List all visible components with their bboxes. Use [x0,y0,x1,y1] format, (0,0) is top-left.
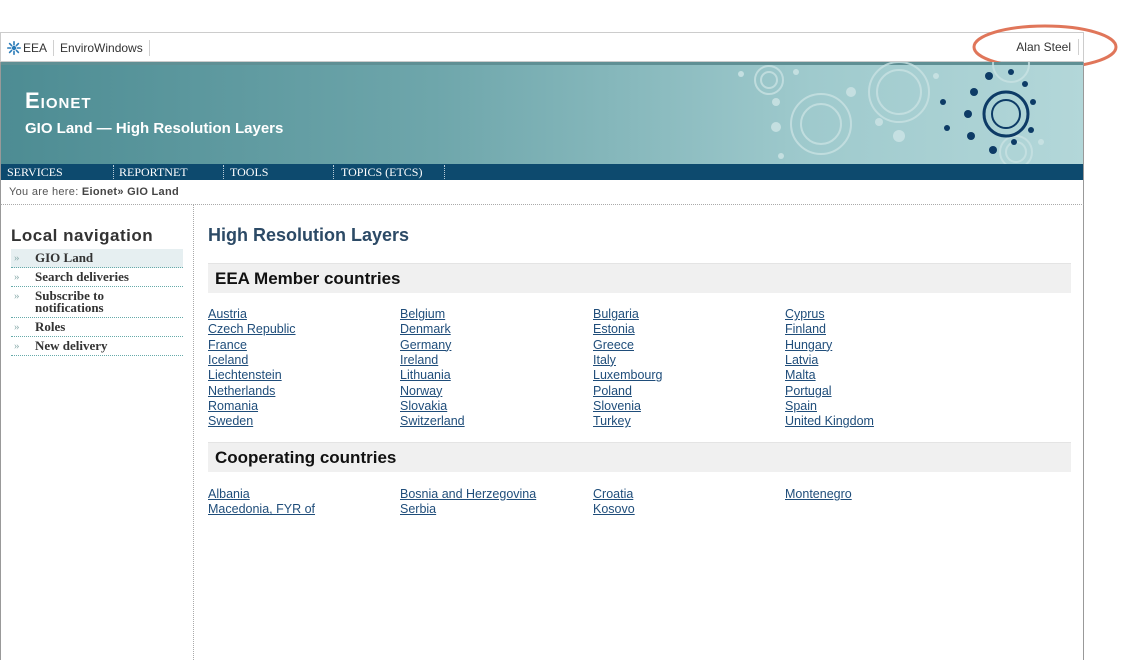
nav-tools[interactable]: TOOLS [230,165,268,180]
eea-link[interactable]: EEA [23,41,47,55]
header-decoration [738,62,1044,164]
country-link[interactable]: Kosovo [593,502,635,516]
country-link[interactable]: Serbia [400,502,436,516]
country-link[interactable]: Montenegro [785,487,852,501]
page-title: High Resolution Layers [208,225,410,245]
country-link[interactable]: United Kingdom [785,414,874,428]
local-nav-subscribe[interactable]: » Subscribe to notifications [11,287,183,318]
country-link[interactable]: Latvia [785,353,818,367]
country-link[interactable]: Macedonia, FYR of [208,502,315,516]
local-navigation: » GIO Land » Search deliveries » Subscri… [11,249,183,356]
country-link[interactable]: Bulgaria [593,307,639,321]
top-bar-links: EEA EnviroWindows [7,40,156,56]
breadcrumb-current: GIO Land [127,186,180,198]
country-link[interactable]: Spain [785,399,817,413]
eea-star-icon[interactable] [7,41,21,55]
country-link[interactable]: Croatia [593,487,633,501]
country-link[interactable]: Slovakia [400,399,447,413]
country-link[interactable]: Albania [208,487,250,501]
country-link[interactable]: Switzerland [400,414,465,428]
site-subtitle: GIO Land — High Resolution Layers [25,120,284,137]
nav-divider [113,165,114,179]
bullet-icon: » [14,340,20,352]
breadcrumb-separator: » [117,186,124,198]
breadcrumb: You are here: Eionet» GIO Land [0,180,1084,205]
envirowindows-link[interactable]: EnviroWindows [60,41,143,55]
page-body: Local navigation » GIO Land » Search del… [0,205,1084,660]
country-link[interactable]: France [208,338,247,352]
country-link[interactable]: Cyprus [785,307,825,321]
divider [148,40,150,56]
nav-services[interactable]: SERVICES [7,165,63,180]
country-link[interactable]: Italy [593,353,616,367]
top-bar: EEA EnviroWindows Alan Steel [0,32,1084,62]
local-nav-gio-land[interactable]: » GIO Land [11,249,183,268]
country-link[interactable]: Germany [400,338,451,352]
site-title[interactable]: Eionet [25,88,92,114]
country-link[interactable]: Czech Republic [208,322,296,336]
local-nav-label: Subscribe to notifications [35,288,104,315]
country-link[interactable]: Liechtenstein [208,368,282,382]
section-title: EEA Member countries [215,269,401,288]
main-nav: SERVICES REPORTNET TOOLS TOPICS (ETCS) [0,164,1084,180]
country-link[interactable]: Sweden [208,414,253,428]
country-link[interactable]: Iceland [208,353,248,367]
local-nav-roles[interactable]: » Roles [11,318,183,337]
country-link[interactable]: Finland [785,322,826,336]
country-link[interactable]: Belgium [400,307,445,321]
country-link[interactable]: Hungary [785,338,832,352]
bullet-icon: » [14,290,20,302]
country-link[interactable]: Portugal [785,384,832,398]
country-link[interactable]: Norway [400,384,442,398]
country-link[interactable]: Lithuania [400,368,451,382]
member-countries-header: EEA Member countries [208,263,1071,293]
nav-divider [223,165,224,179]
nav-topics[interactable]: TOPICS (ETCS) [341,165,422,180]
cooperating-countries-header: Cooperating countries [208,442,1071,472]
country-link[interactable]: Luxembourg [593,368,663,382]
country-link[interactable]: Denmark [400,322,451,336]
country-link[interactable]: Ireland [400,353,438,367]
country-link[interactable]: Romania [208,399,258,413]
local-nav-label: Roles [35,319,66,334]
local-navigation-title: Local navigation [11,226,154,245]
country-link[interactable]: Bosnia and Herzegovina [400,487,536,501]
breadcrumb-prefix: You are here: [9,186,79,198]
bullet-icon: » [14,271,20,283]
nav-divider [444,165,445,179]
left-column: Local navigation » GIO Land » Search del… [1,205,194,660]
nav-reportnet[interactable]: REPORTNET [119,165,188,180]
country-link[interactable]: Greece [593,338,634,352]
country-link[interactable]: Austria [208,307,247,321]
country-link[interactable]: Estonia [593,322,635,336]
country-link[interactable]: Slovenia [593,399,641,413]
local-nav-new-delivery[interactable]: » New delivery [11,337,183,356]
bullet-icon: » [14,321,20,333]
divider [53,40,55,56]
country-link[interactable]: Turkey [593,414,631,428]
nav-divider [333,165,334,179]
country-link[interactable]: Netherlands [208,384,275,398]
country-link[interactable]: Malta [785,368,816,382]
country-link[interactable]: Poland [593,384,632,398]
local-nav-label: New delivery [35,338,108,353]
bullet-icon: » [14,252,20,264]
local-nav-label: Search deliveries [35,269,129,284]
breadcrumb-home[interactable]: Eionet [82,186,117,198]
local-nav-label: GIO Land [35,250,94,265]
site-header: Eionet GIO Land — High Resolution Layers [0,62,1084,164]
section-title: Cooperating countries [215,448,397,467]
local-nav-search-deliveries[interactable]: » Search deliveries [11,268,183,287]
